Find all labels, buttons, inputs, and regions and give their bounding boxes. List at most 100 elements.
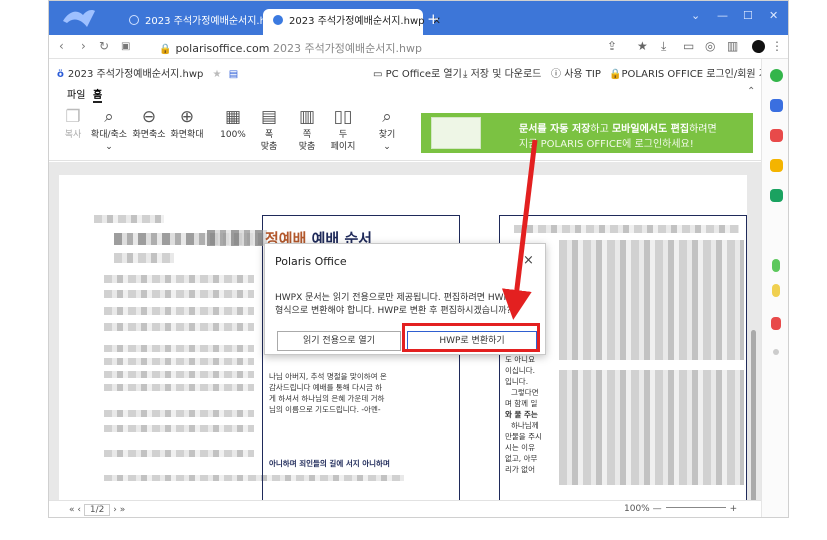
tab-hwpx[interactable]: 2023 주석가정예배순서지.hwpx [119,9,286,35]
redacted-block [104,275,254,283]
fit-page-button[interactable]: ▥ 쪽 맞춤 [287,105,327,153]
sermon-line: 없고, 아무 [505,454,538,463]
extension-icon[interactable]: ▭ [683,39,694,53]
zoom-in-button[interactable]: ⊕ 화면확대 [167,105,207,141]
redacted-block [104,307,254,315]
dialog-close-icon[interactable]: × [523,253,534,268]
close-window-icon[interactable]: ✕ [769,9,778,22]
maximize-icon[interactable]: ☐ [743,9,753,22]
refresh-app-icon[interactable] [770,189,783,202]
redacted-block [104,323,254,331]
usage-tip-button[interactable]: ⓘ 사용 TIP [551,65,601,80]
menu-icon[interactable]: ⋮ [771,39,783,53]
prayer-line: 나님 아버지, 추석 명절을 맞이하여 온 [269,372,387,381]
lock-icon: 🔒 [609,69,622,80]
polaris-logo-icon: ö [57,69,64,80]
calendar-app-icon[interactable] [770,99,783,112]
minimize-icon[interactable]: — [717,9,728,22]
profile-avatar[interactable] [752,40,765,53]
collapse-ribbon-icon[interactable]: ⌃ [747,86,755,97]
redacted-block [104,371,254,378]
more-icon[interactable] [773,349,779,355]
dialog-title: Polaris Office [275,255,347,268]
two-page-button[interactable]: ▯▯ 두 페이지 [323,105,363,153]
reader-icon[interactable]: ▣ [121,41,130,52]
tab-file[interactable]: 파일 [67,86,85,101]
zoom-dropdown-button[interactable]: ⌕ 확대/축소 ⌄ [89,105,129,153]
dialog-message: HWPX 문서는 읽기 전용으로만 제공됩니다. 편집하려면 HWP 형식으로 … [275,293,512,316]
lock-icon: 🔒 [159,44,172,55]
chevron-down-icon: ⌄ [105,142,113,152]
app-bar: ö 2023 주석가정예배순서지.hwp ★ ▤ ▭ PC Office로 열기 … [49,59,777,83]
bookmark-icon[interactable]: ★ [637,39,648,53]
extension-icon[interactable] [772,259,780,272]
zoom-in-icon[interactable]: + [730,504,738,514]
open-pc-office-button[interactable]: ▭ PC Office로 열기 [373,65,462,80]
find-button[interactable]: ⌕ 찾기 ⌄ [367,105,407,153]
tab-search-icon[interactable]: ⌄ [691,9,700,22]
capture-icon[interactable]: ◎ [705,39,715,53]
browser-sidebar [761,59,788,517]
zoom-out-icon[interactable]: — [653,504,662,514]
sermon-line: 도 아니요 [505,355,535,364]
zoom-icon: ⌕ [104,107,114,127]
last-page-icon[interactable]: » [120,505,126,515]
open-readonly-button[interactable]: 읽기 전용으로 열기 [277,331,401,351]
page-number-field[interactable]: 1/2 [83,504,111,516]
fit-width-icon: ▤ [260,107,278,127]
redacted-block [114,253,174,263]
add-app-icon[interactable] [771,317,781,330]
share-icon[interactable]: ⇪ [607,39,617,53]
download-icon[interactable]: ⤓ [661,39,666,54]
back-icon[interactable]: ‹ [59,39,64,53]
ribbon-toolbar: ❐ 복사 ⌕ 확대/축소 ⌄ ⊖ 화면축소 ⊕ 화면확대 ▦ 100% ▤ 폭 맞춤 ▥ 쪽 맞춤 … [49,101,761,161]
redacted-block [559,240,744,360]
sermon-line: 입니다. [505,377,529,386]
folder-icon[interactable]: ▤ [229,69,238,80]
star-app-icon[interactable] [770,159,783,172]
pocket-app-icon[interactable] [770,129,783,142]
zoom-control: 100% — + [624,504,737,514]
forward-icon[interactable]: › [81,39,86,53]
redacted-block [104,384,254,391]
scripture-line: 아니하며 죄인들의 길에 서지 아니하며 [269,459,390,468]
copy-button[interactable]: ❐ 복사 [53,105,93,141]
two-page-icon: ▯▯ [333,107,353,127]
zoom-slider[interactable] [665,507,726,508]
tab-hwp[interactable]: 2023 주석가정예배순서지.hwp ✕ [263,9,441,35]
zoom-out-button[interactable]: ⊖ 화면축소 [129,105,169,141]
zoom-level: 100% [624,504,650,514]
zoom-100-button[interactable]: ▦ 100% [213,105,253,141]
sermon-line: 시는 이유 [505,443,535,452]
extension-icon[interactable] [772,284,780,297]
star-icon[interactable]: ★ [213,69,222,80]
sidebar-toggle-icon[interactable]: ▥ [727,39,738,53]
prayer-line: 감사드립니다 예배를 통해 다시금 하 [269,383,383,392]
save-download-button[interactable]: ⤓ 저장 및 다운로드 [463,65,541,80]
login-button[interactable]: 🔒POLARIS OFFICE 로그인/회원 가입 [609,65,777,80]
reload-icon[interactable]: ↻ [99,39,109,53]
sermon-line: 이십니다. [505,366,535,375]
redacted-block [104,450,254,457]
fit-width-button[interactable]: ▤ 폭 맞춤 [249,105,289,153]
ribbon-tabs: 파일 홈 ⌃ [49,83,761,103]
page-navigator: « ‹ 1/2 › » [69,504,125,516]
zoom-100-icon: ▦ [224,107,242,127]
info-icon: ⓘ [551,69,565,80]
login-promo-banner[interactable]: 문서를 자동 저장하고 모바일에서도 편집하려면 지금 POLARIS OFFI… [421,113,753,153]
redacted-block [104,425,254,432]
vertical-scrollbar[interactable] [751,330,756,517]
first-page-icon[interactable]: « [69,505,75,515]
prev-page-icon[interactable]: ‹ [77,505,81,515]
next-page-icon[interactable]: › [113,505,117,515]
new-tab-button[interactable]: + [427,10,440,28]
download-icon: ⤓ [463,69,471,80]
url-field[interactable]: 🔒 polarisoffice.com 2023 주석가정예배순서지.hwp [159,40,422,56]
prayer-line: 게 하셔서 하나님의 은혜 가운데 거하 [269,394,385,403]
polaris-favicon-icon [273,15,283,25]
redacted-block [104,345,254,352]
fit-page-icon: ▥ [298,107,316,127]
sermon-line: 며 함께 일 [505,399,538,408]
zoom-out-icon: ⊖ [141,107,157,127]
green-app-icon[interactable] [770,69,783,82]
